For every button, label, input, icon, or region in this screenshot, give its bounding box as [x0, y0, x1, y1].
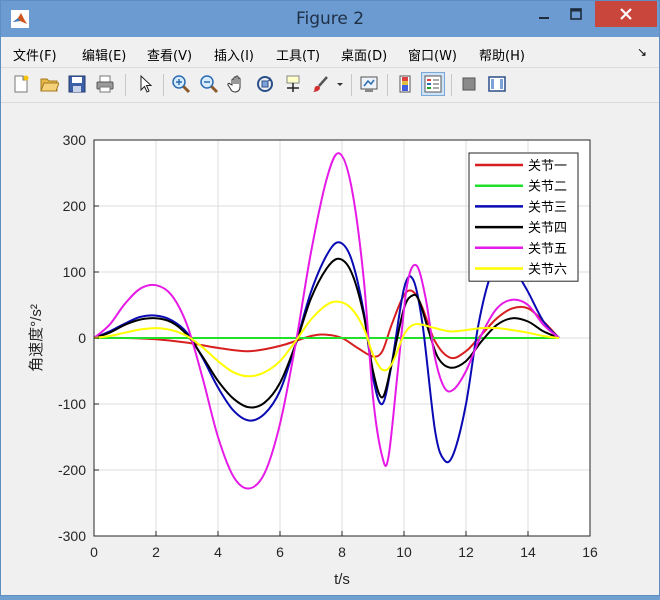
colorbar-icon[interactable]: [393, 72, 417, 96]
y-axis-label: 角速度°/s²: [28, 304, 45, 372]
toolbar-separator: [163, 74, 164, 96]
minimize-icon: [539, 17, 549, 19]
close-icon: [620, 8, 632, 20]
show-plot-tools-icon[interactable]: [485, 72, 509, 96]
zoom-in-icon[interactable]: [169, 72, 193, 96]
x-tick-label: 8: [338, 544, 346, 560]
x-tick-label: 10: [396, 544, 412, 560]
x-tick-label: 12: [458, 544, 474, 560]
print-icon[interactable]: [93, 72, 117, 96]
y-tick-label: 300: [63, 132, 87, 148]
y-tick-label: 0: [78, 330, 86, 346]
figure-window: Figure 2 文件(F) 编辑(E) 查看(V) 插入(I) 工具(T) 桌…: [0, 0, 660, 596]
data-cursor-icon[interactable]: [281, 72, 305, 96]
x-tick-label: 16: [582, 544, 598, 560]
legend-label: 关节三: [528, 200, 567, 215]
menu-bar: 文件(F) 编辑(E) 查看(V) 插入(I) 工具(T) 桌面(D) 窗口(W…: [1, 37, 659, 68]
minimize-button[interactable]: [529, 1, 559, 27]
legend-icon[interactable]: [421, 72, 445, 96]
menu-window[interactable]: 窗口(W): [408, 45, 457, 64]
toolbar: [1, 68, 659, 103]
save-icon[interactable]: [65, 72, 89, 96]
menu-insert[interactable]: 插入(I): [214, 45, 254, 64]
plot-area[interactable]: 0 2 4 6 8 10 12 14 16-300-200-1000100200300 t/s …: [1, 103, 659, 595]
toolbar-separator: [351, 74, 352, 96]
menu-tools[interactable]: 工具(T): [276, 45, 320, 64]
x-tick-label: 4: [214, 544, 222, 560]
close-button[interactable]: [595, 1, 657, 27]
menu-help[interactable]: 帮助(H): [479, 45, 525, 64]
legend-label: 关节二: [528, 180, 567, 195]
y-tick-label: 200: [63, 198, 87, 214]
rotate-3d-icon[interactable]: [253, 72, 277, 96]
y-tick-label: 100: [63, 264, 87, 280]
x-axis-label: t/s: [334, 571, 350, 588]
legend[interactable]: 关节一关节二关节三关节四关节五关节六: [468, 152, 579, 282]
open-file-icon[interactable]: [37, 72, 61, 96]
figure-canvas: 0 2 4 6 8 10 12 14 16 -300 -200 -100 0 100 200 300 t/s …: [1, 103, 659, 595]
menu-desktop[interactable]: 桌面(D): [341, 45, 387, 64]
maximize-button[interactable]: [561, 1, 591, 27]
x-tick-label: 14: [520, 544, 536, 560]
brush-dropdown-icon[interactable]: [334, 72, 346, 96]
dock-arrow-icon[interactable]: ↘: [637, 45, 647, 59]
toolbar-separator: [125, 74, 126, 96]
toolbar-separator: [387, 74, 388, 96]
brush-icon[interactable]: [309, 72, 333, 96]
y-tick-label: -300: [58, 528, 86, 544]
y-tick-label: -100: [58, 396, 86, 412]
x-tick-label: 6: [276, 544, 284, 560]
y-tick-label: -200: [58, 462, 86, 478]
x-tick-label: 2: [152, 544, 160, 560]
pan-icon[interactable]: [225, 72, 249, 96]
legend-label: 关节四: [528, 221, 567, 236]
legend-label: 关节五: [528, 242, 567, 257]
menu-file[interactable]: 文件(F): [13, 45, 57, 64]
legend-label: 关节一: [528, 159, 567, 174]
pointer-icon[interactable]: [133, 72, 157, 96]
new-figure-icon[interactable]: [9, 72, 33, 96]
legend-label: 关节六: [528, 263, 567, 278]
x-tick-label: 0: [90, 544, 98, 560]
toolbar-separator: [451, 74, 452, 96]
link-plot-icon[interactable]: [357, 72, 381, 96]
menu-view[interactable]: 查看(V): [147, 45, 192, 64]
menu-edit[interactable]: 编辑(E): [82, 45, 126, 64]
zoom-out-icon[interactable]: [197, 72, 221, 96]
title-bar[interactable]: Figure 2: [1, 1, 659, 37]
hide-plot-tools-icon[interactable]: [457, 72, 481, 96]
maximize-icon: [570, 8, 582, 20]
